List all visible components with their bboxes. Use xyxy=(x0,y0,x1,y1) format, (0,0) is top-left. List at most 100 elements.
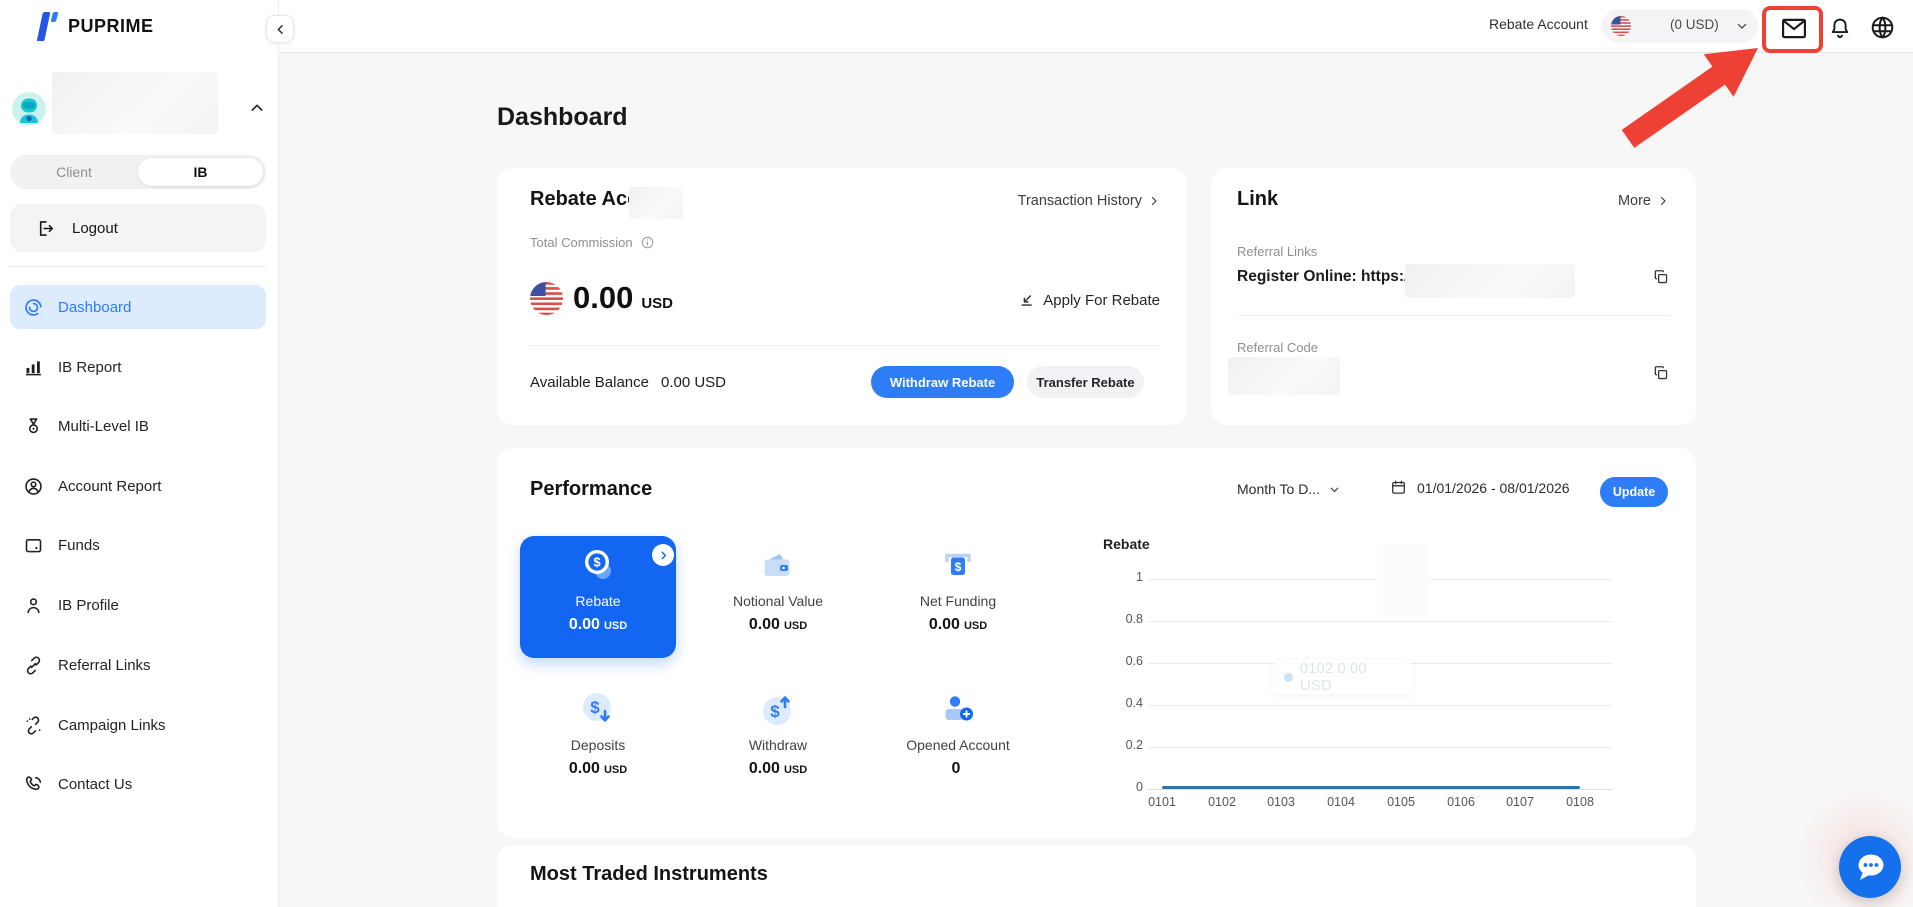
app-root: PUPRIME Client IB Logout Dashboard IB Re… xyxy=(0,0,1913,907)
globe-icon xyxy=(1869,14,1896,41)
range-selector-dropdown[interactable]: Month To D... xyxy=(1237,481,1341,497)
campaign-link-icon xyxy=(22,714,44,736)
chevron-right-icon xyxy=(1148,195,1160,207)
update-button[interactable]: Update xyxy=(1600,477,1668,507)
y-tick-label: 0.6 xyxy=(1125,654,1143,668)
x-tick-label: 0104 xyxy=(1327,795,1355,809)
x-tick-label: 0101 xyxy=(1148,795,1176,809)
card-divider xyxy=(1237,315,1670,316)
sidebar-item-label: Funds xyxy=(58,536,100,554)
tile-unit: USD xyxy=(603,620,628,632)
chevron-right-icon xyxy=(660,551,666,559)
tooltip-series-dot xyxy=(1284,672,1293,682)
sidebar-item-campaign-links[interactable]: Campaign Links xyxy=(10,703,266,747)
dashboard-icon xyxy=(22,296,44,318)
link-card: Link More Referral Links Register Online… xyxy=(1211,168,1696,425)
sidebar-item-account-report[interactable]: Account Report xyxy=(10,464,266,508)
account-type-toggle[interactable]: Client IB xyxy=(10,155,266,189)
tile-value: 0.00 xyxy=(748,760,780,777)
chevron-down-icon xyxy=(1328,483,1341,496)
bell-icon xyxy=(1828,15,1852,41)
sidebar-item-label: Campaign Links xyxy=(58,716,166,734)
currency-selector[interactable]: (0 USD) xyxy=(1602,9,1758,43)
date-range-value: 01/01/2026 - 08/01/2026 xyxy=(1417,479,1570,496)
sidebar-item-funds[interactable]: Funds xyxy=(10,523,266,567)
phone-icon xyxy=(22,773,44,795)
tile-value: 0.00 xyxy=(568,760,600,777)
copy-referral-code-button[interactable] xyxy=(1652,364,1670,382)
gridline xyxy=(1148,747,1612,748)
toggle-ib-selected[interactable]: IB xyxy=(138,158,263,186)
date-range-picker[interactable]: 01/01/2026 - 08/01/2026 xyxy=(1390,479,1570,496)
notifications-button[interactable] xyxy=(1827,14,1853,42)
chevron-up-icon[interactable] xyxy=(249,100,265,116)
logout-button[interactable]: Logout xyxy=(10,204,266,252)
sidebar-item-label: IB Report xyxy=(58,358,122,376)
sidebar-divider xyxy=(10,266,266,267)
x-tick-label: 0106 xyxy=(1447,795,1475,809)
person-icon xyxy=(22,594,44,616)
logout-label: Logout xyxy=(72,219,118,237)
transaction-history-label: Transaction History xyxy=(1017,193,1142,209)
dollar-down-icon: $ xyxy=(578,690,618,730)
transfer-rebate-button[interactable]: Transfer Rebate xyxy=(1027,366,1144,398)
page-title: Dashboard xyxy=(497,103,628,131)
dollar-up-icon: $ xyxy=(758,690,798,730)
total-commission-row: Total Commission xyxy=(530,235,655,250)
y-tick-label: 1 xyxy=(1136,570,1143,584)
tile-label: Withdraw xyxy=(748,737,808,753)
tooltip-text: 0102 0.00 USD xyxy=(1299,660,1367,694)
chevron-right-icon xyxy=(1657,195,1669,207)
tile-withdraw[interactable]: $ Withdraw 0.00 USD xyxy=(700,680,856,802)
puprime-logo-icon xyxy=(32,11,59,41)
avatar[interactable] xyxy=(12,92,46,126)
tile-rebate[interactable]: $ Rebate 0.00 USD xyxy=(520,536,676,658)
redacted-account-name xyxy=(52,72,218,134)
referral-code-label: Referral Code xyxy=(1237,340,1318,355)
language-button[interactable] xyxy=(1868,13,1896,41)
sidebar-item-contact-us[interactable]: Contact Us xyxy=(10,762,266,806)
transaction-history-link[interactable]: Transaction History xyxy=(1018,193,1160,209)
redacted-referral-code xyxy=(1228,357,1340,395)
range-selector-value: Month To D... xyxy=(1237,481,1321,497)
copy-icon xyxy=(1652,364,1670,382)
chat-button[interactable] xyxy=(1839,836,1901,898)
sidebar-item-dashboard[interactable]: Dashboard xyxy=(10,285,266,329)
sidebar-item-label: Contact Us xyxy=(58,775,133,793)
chart-title: Rebate xyxy=(1103,536,1150,552)
apply-for-rebate-link[interactable]: Apply For Rebate xyxy=(1018,292,1160,309)
tile-label: Net Funding xyxy=(919,593,997,609)
more-link[interactable]: More xyxy=(1618,193,1669,209)
x-axis-line xyxy=(1148,789,1612,790)
tile-net-funding[interactable]: $ Net Funding 0.00 USD xyxy=(880,536,1036,658)
performance-title: Performance xyxy=(530,478,653,500)
svg-text:$: $ xyxy=(590,698,600,717)
referral-links-label: Referral Links xyxy=(1237,244,1318,259)
header-account-type: Rebate Account xyxy=(1489,16,1588,32)
tile-arrow-badge[interactable] xyxy=(652,544,674,566)
medal-icon xyxy=(22,415,44,437)
tile-value: 0.00 xyxy=(928,616,960,633)
more-label: More xyxy=(1617,193,1651,209)
sidebar-item-ib-profile[interactable]: IB Profile xyxy=(10,583,266,627)
sidebar-item-ib-report[interactable]: IB Report xyxy=(10,345,266,389)
tile-value: 0 xyxy=(951,760,961,777)
register-online-text: Register Online: https:/ xyxy=(1237,268,1409,285)
copy-referral-link-button[interactable] xyxy=(1652,268,1670,286)
calendar-icon xyxy=(1390,479,1407,496)
sidebar-item-multi-level-ib[interactable]: Multi-Level IB xyxy=(10,404,266,448)
apply-rebate-label: Apply For Rebate xyxy=(1043,292,1160,309)
withdraw-rebate-button[interactable]: Withdraw Rebate xyxy=(871,366,1014,398)
sidebar-item-referral-links[interactable]: Referral Links xyxy=(10,643,266,687)
info-icon[interactable] xyxy=(640,235,655,250)
tile-unit: USD xyxy=(783,620,808,632)
tile-notional-value[interactable]: Notional Value 0.00 USD xyxy=(700,536,856,658)
apply-rebate-icon xyxy=(1018,292,1035,309)
sidebar-collapse-button[interactable] xyxy=(266,15,294,43)
commission-currency: USD xyxy=(641,295,674,312)
x-tick-label: 0105 xyxy=(1387,795,1415,809)
tile-deposits[interactable]: $ Deposits 0.00 USD xyxy=(520,680,676,802)
toggle-client[interactable]: Client xyxy=(10,164,138,180)
tile-opened-account[interactable]: Opened Account 0 xyxy=(880,680,1036,802)
available-balance-row: Available Balance 0.00 USD xyxy=(530,374,726,391)
